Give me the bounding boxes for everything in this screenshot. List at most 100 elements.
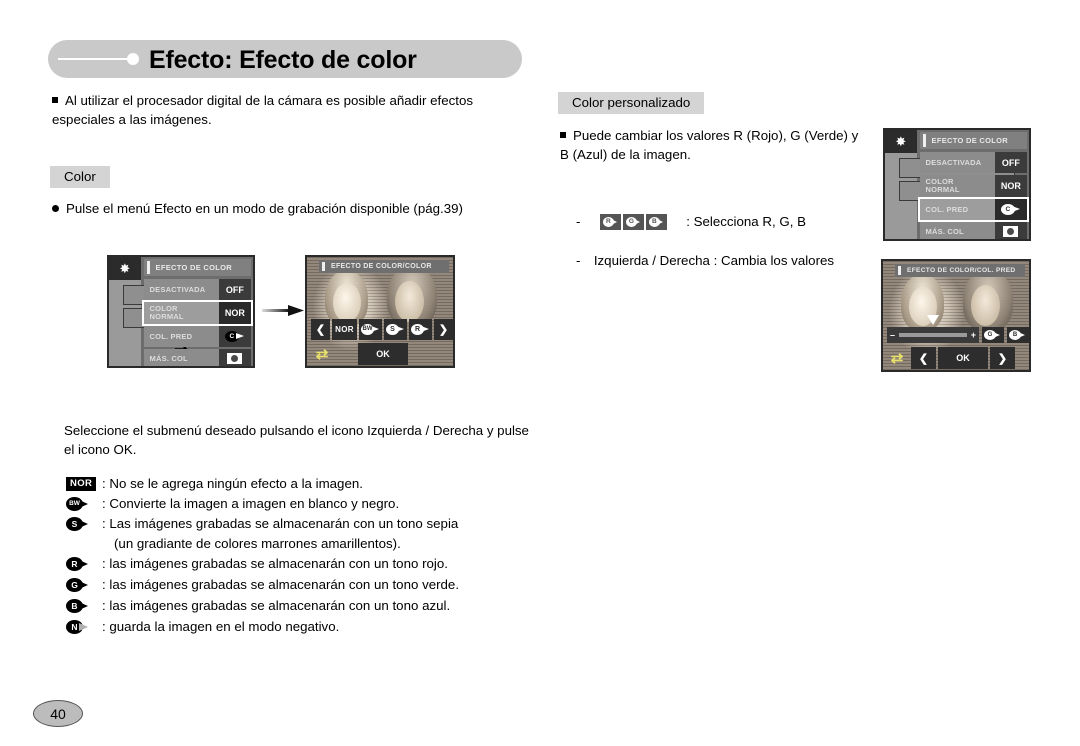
lcd-right-menu: ✸ ▥ ☺ ⇄ EFECTO DE COLOR DESACTIVADA OFF … [883, 128, 1031, 241]
lcd-left-menu: ✸ ▥ ☺ ⇄ EFECTO DE COLOR DESACTIVADA OFF … [107, 255, 255, 368]
round-bullet-icon [52, 205, 59, 212]
chip-b-button[interactable]: B [1007, 327, 1029, 343]
lcd-right-title-text: EFECTO DE COLOR [931, 136, 1008, 145]
row-label: MÁS. COL [149, 353, 188, 363]
ok-button[interactable]: OK [938, 347, 988, 369]
pill-s-icon: S [386, 324, 405, 335]
prev-arrow-icon[interactable]: ❮ [311, 319, 330, 340]
left-right-text: Izquierda / Derecha : Cambia los valores [593, 253, 835, 268]
row-value-square [218, 349, 251, 366]
rgb-chip-r[interactable]: R [599, 214, 621, 231]
toolbar-s-button[interactable]: S [384, 319, 407, 340]
slider-minus-label: – [890, 330, 896, 340]
slider-track [898, 333, 968, 337]
lcd-right-row-mas-col[interactable]: MÁS. COL [919, 222, 1027, 239]
square-dot-icon [227, 353, 243, 364]
row-value-pill: C [218, 326, 251, 347]
square-dot-icon [1003, 226, 1019, 237]
nor-badge-icon: NOR [66, 477, 97, 492]
right-description-text: Puede cambiar los valores R (Rojo), G (V… [560, 128, 859, 162]
lcd-right-row-col-pred[interactable]: COL. PRED C [917, 197, 1029, 222]
lcd-left-row-mas-col[interactable]: MÁS. COL [143, 349, 251, 366]
pill-negative-icon: N [66, 620, 90, 635]
row-label: COLOR NORMAL [926, 178, 960, 194]
prev-arrow-icon[interactable]: ❮ [911, 347, 936, 369]
title-rule-decoration [58, 58, 136, 60]
rgb-value-slider[interactable]: – + [887, 327, 979, 343]
next-arrow-icon[interactable]: ❯ [990, 347, 1015, 369]
next-arrow-icon[interactable]: ❯ [434, 319, 453, 340]
lcd-right-row-desactivada[interactable]: DESACTIVADA OFF [919, 152, 1027, 173]
title-tick-decoration [146, 261, 150, 274]
legend-icon-nor: NOR [66, 474, 102, 493]
rgb-chip-b-letter: B [651, 218, 657, 226]
row-label: DESACTIVADA [149, 284, 206, 294]
toolbar-r-button[interactable]: R [409, 319, 432, 340]
intro-text: Al utilizar el procesador digital de la … [52, 93, 473, 127]
pill-r-icon: R [411, 324, 430, 335]
square-bullet-icon [560, 132, 566, 138]
rgb-select-line: - R G B : Selecciona R, G, B [576, 212, 896, 231]
lcd-right-row-color-normal[interactable]: COLOR NORMAL NOR [919, 175, 1027, 197]
pill-b-icon: B [66, 599, 90, 614]
legend-icon-blue: B [66, 596, 102, 615]
section-chip-color-personalizado: Color personalizado [558, 92, 705, 114]
return-arrow-icon[interactable]: ⇄ [311, 343, 333, 365]
legend-icon-bw: BW [66, 494, 102, 513]
pill-s-icon: S [66, 517, 90, 532]
chip-b-letter: B [1012, 332, 1018, 338]
lcd-left-photo: EFECTO DE COLOR/COLOR ❮ NOR BW S R ❯ ⇄ O… [305, 255, 455, 368]
row-value: OFF [218, 279, 251, 300]
row-value: OFF [994, 152, 1027, 173]
star-effect-icon[interactable]: ✸ [109, 257, 141, 280]
row-label: COL. PRED [149, 331, 193, 341]
photo-face-right [394, 280, 424, 323]
ok-button[interactable]: OK [358, 343, 408, 365]
row-value: NOR [218, 302, 251, 324]
star-effect-icon[interactable]: ✸ [885, 130, 917, 153]
rgb-chip-g[interactable]: G [622, 214, 644, 231]
lcd-left-row-desactivada[interactable]: DESACTIVADA OFF [143, 279, 251, 300]
legend-row-red: R : las imágenes grabadas se almacenarán… [66, 554, 448, 573]
right-arrow-icon [262, 305, 304, 316]
legend-row-sepia: S : Las imágenes grabadas se almacenarán… [66, 514, 458, 533]
intro-paragraph: Al utilizar el procesador digital de la … [52, 91, 532, 129]
rgb-chip-r-letter: R [605, 218, 611, 226]
legend-text: : Convierte la imagen a imagen en blanco… [102, 496, 400, 511]
pill-bw-icon: BW [361, 324, 380, 335]
left-right-line: - Izquierda / Derecha : Cambia los valor… [576, 251, 906, 270]
chip-g-letter: G [987, 332, 993, 338]
dash-marker: - [576, 214, 581, 229]
row-label: DESACTIVADA [925, 157, 982, 167]
title-tick-decoration [898, 266, 901, 275]
pill-bw-icon: BW [66, 497, 90, 512]
lcd-left-row-color-normal[interactable]: COLOR NORMAL NOR [141, 300, 253, 326]
left-instruction: Pulse el menú Efecto en un modo de graba… [52, 199, 532, 218]
page-number-badge: 40 [33, 700, 83, 727]
pill-c-icon: C [224, 331, 245, 342]
legend-row-bw: BW : Convierte la imagen a imagen en bla… [66, 494, 399, 513]
chip-g-button[interactable]: G [982, 327, 1004, 343]
return-arrow-icon[interactable]: ⇄ [886, 347, 908, 369]
lcd-right-photo-title-text: EFECTO DE COLOR/COL. PRED [907, 267, 1016, 274]
title-dot-decoration [127, 53, 139, 65]
legend-icon-sepia: S [66, 514, 102, 533]
title-tick-decoration [322, 262, 325, 271]
row-value-pill: C [994, 199, 1027, 220]
slider-plus-label: + [970, 330, 976, 340]
row-label: MÁS. COL [925, 226, 964, 236]
rgb-select-text: : Selecciona R, G, B [686, 214, 806, 229]
page-title: Efecto: Efecto de color [149, 46, 417, 74]
legend-icon-red: R [66, 554, 102, 573]
toolbar-nor-button[interactable]: NOR [332, 319, 357, 340]
dash-marker: - [576, 253, 581, 268]
legend-row-sepia-cont: (un gradiante de colores marrones amaril… [66, 534, 401, 553]
legend-row-green: G : las imágenes grabadas se almacenarán… [66, 575, 459, 594]
rgb-chip-b[interactable]: B [645, 214, 667, 231]
pill-c-icon: C [1000, 204, 1021, 215]
slider-knob[interactable] [927, 315, 939, 325]
toolbar-bw-button[interactable]: BW [359, 319, 382, 340]
pill-r-icon: R [66, 557, 90, 572]
lcd-left-row-col-pred[interactable]: COL. PRED C [143, 326, 251, 347]
lcd-right-photo: EFECTO DE COLOR/COL. PRED – + G B ⇄ ❮ OK… [881, 259, 1031, 372]
